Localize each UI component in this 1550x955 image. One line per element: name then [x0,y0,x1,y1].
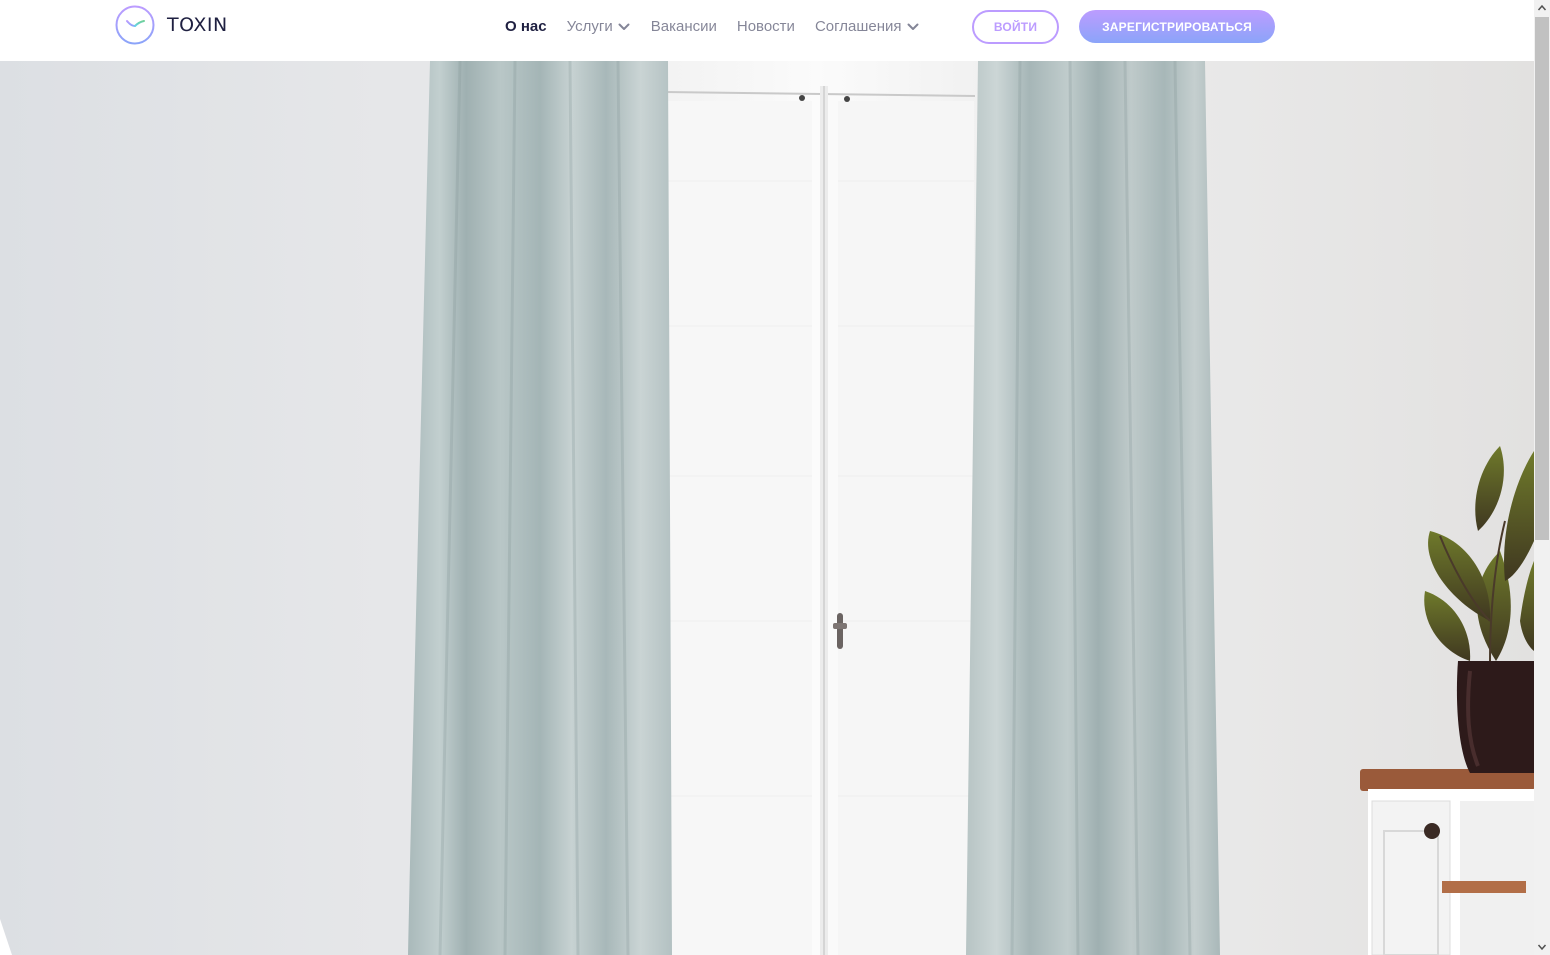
main-nav: О нас Услуги Вакансии Новости Соглашения [505,0,940,52]
nav-item-label: Соглашения [814,17,902,35]
chevron-down-icon [618,23,630,30]
chevron-down-icon [907,23,919,30]
nav-item-vacancies[interactable]: Вакансии [651,18,717,35]
scroll-down-arrow-icon[interactable] [1534,939,1550,955]
nav-item-services[interactable]: Услуги [567,18,631,35]
nav-item-about[interactable]: О нас [505,18,547,35]
hero-photo [0,61,1534,955]
login-button[interactable]: ВОЙТИ [972,10,1059,44]
hero-background-image [0,61,1534,955]
page-scrollbar[interactable] [1534,0,1550,955]
register-button[interactable]: ЗАРЕГИСТРИРОВАТЬСЯ [1079,10,1275,43]
nav-item-agreements[interactable]: Соглашения [815,18,920,35]
toxin-logo-icon [115,5,155,45]
logo-link[interactable]: TOXIN [115,5,228,45]
nav-item-label: Вакансии [650,17,717,35]
nav-item-label: Новости [736,17,795,35]
logo-wordmark: TOXIN [167,14,228,36]
scroll-up-arrow-icon[interactable] [1534,0,1550,16]
nav-item-label: О нас [505,17,547,35]
site-header: TOXIN О нас Услуги Вакансии Новости Согл… [0,0,1534,61]
nav-item-label: Услуги [566,17,613,35]
landing-page: TOXIN О нас Услуги Вакансии Новости Согл… [0,0,1550,955]
nav-item-news[interactable]: Новости [737,18,795,35]
scrollbar-thumb[interactable] [1535,17,1549,540]
